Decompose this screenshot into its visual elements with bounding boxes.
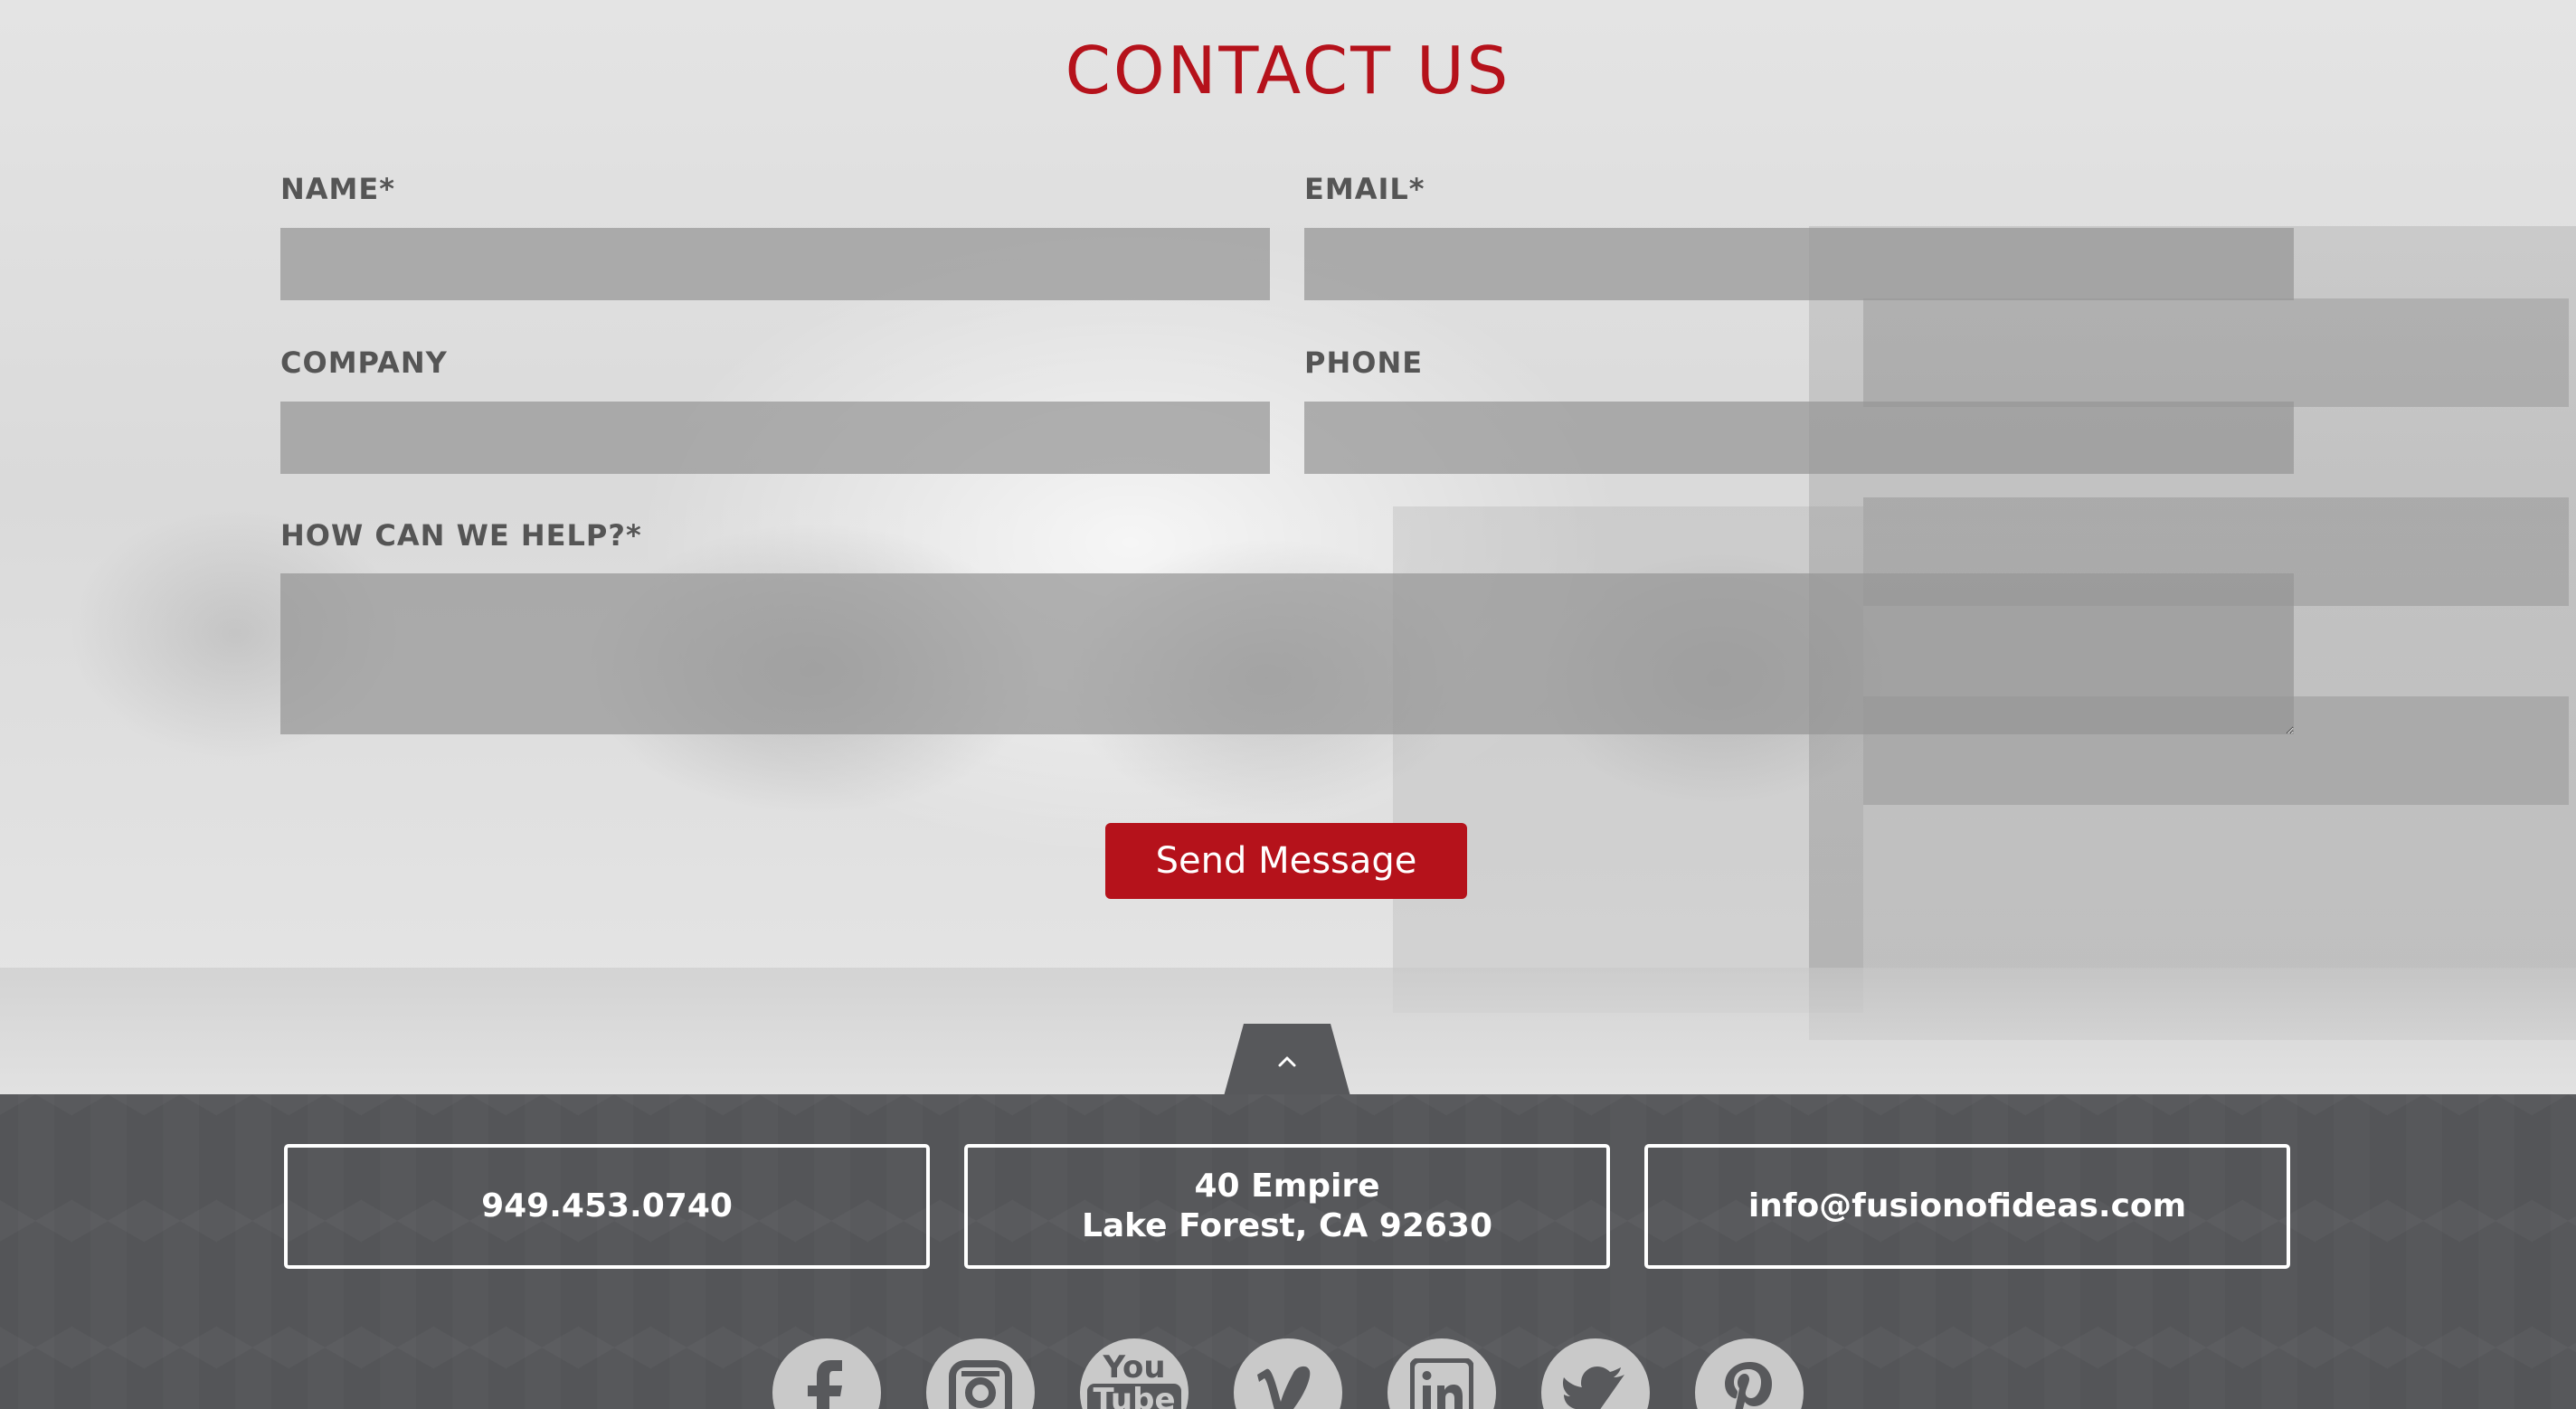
youtube-icon-text-bottom: Tube [1087,1384,1181,1409]
pinterest-link[interactable] [1695,1338,1804,1409]
company-input[interactable] [280,402,1270,474]
company-label: COMPANY [280,345,448,380]
help-textarea[interactable] [280,573,2294,734]
help-label: HOW CAN WE HELP?* [280,518,642,553]
page-title: CONTACT US [1065,33,1511,109]
youtube-link[interactable]: You Tube [1080,1338,1189,1409]
contact-section: CONTACT US NAME* EMAIL* COMPANY PHONE HO… [0,0,2576,1022]
footer: 949.453.0740 40 Empire Lake Forest, CA 9… [0,1094,2576,1409]
email-address: info@fusionofideas.com [1747,1187,2187,1225]
linkedin-link[interactable] [1387,1338,1496,1409]
pinterest-icon [1725,1362,1772,1409]
phone-link[interactable]: 949.453.0740 [284,1144,930,1269]
phone-label: PHONE [1304,345,1424,380]
linkedin-icon [1410,1358,1473,1409]
instagram-link[interactable] [926,1338,1035,1409]
youtube-icon-text-top: You [1103,1349,1166,1385]
email-link[interactable]: info@fusionofideas.com [1644,1144,2290,1269]
send-message-button[interactable]: Send Message [1105,823,1467,899]
name-input[interactable] [280,228,1270,300]
name-label: NAME* [280,172,395,206]
email-input[interactable] [1304,228,2294,300]
instagram-icon [949,1360,1012,1409]
vimeo-link[interactable] [1234,1338,1342,1409]
address-link[interactable]: 40 Empire Lake Forest, CA 92630 [964,1144,1610,1269]
address-line-2: Lake Forest, CA 92630 [1081,1207,1493,1244]
email-label: EMAIL* [1304,172,1425,206]
twitter-icon [1562,1366,1624,1409]
phone-number: 949.453.0740 [481,1187,733,1225]
address-line-1: 40 Empire [1194,1168,1380,1205]
vimeo-icon [1257,1366,1311,1409]
youtube-icon: You Tube [1087,1349,1181,1409]
facebook-link[interactable] [772,1338,881,1409]
twitter-link[interactable] [1541,1338,1650,1409]
back-to-top-tab-shape [1224,1024,1350,1096]
back-to-top-button[interactable] [1224,1024,1350,1096]
phone-input[interactable] [1304,402,2294,474]
facebook-icon [808,1360,842,1409]
